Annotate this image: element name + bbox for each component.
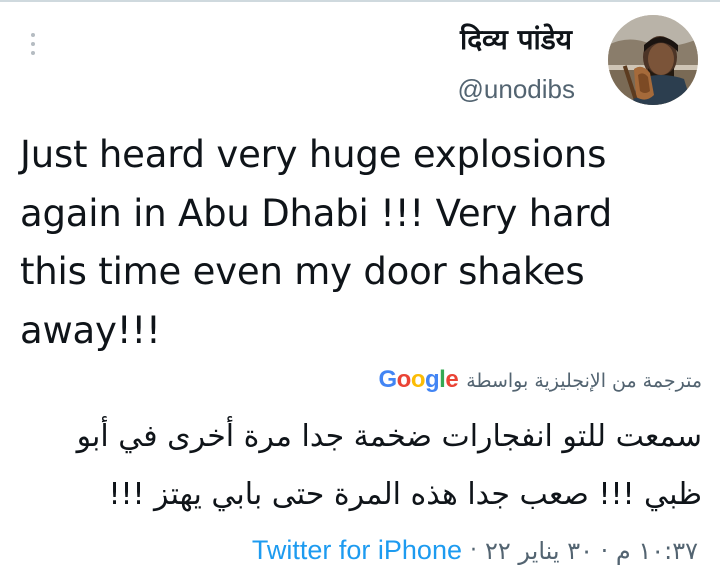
google-logo-letter: e [445, 366, 459, 393]
google-logo[interactable]: Google [378, 366, 458, 394]
avatar-photo [608, 15, 698, 105]
avatar[interactable] [608, 15, 698, 105]
translated-text: سمعت للتو انفجارات ضخمة جدا مرة أخرى في … [76, 419, 702, 512]
more-dot [31, 42, 35, 46]
more-vertical-icon[interactable] [29, 33, 37, 55]
translated-by-line: مترجمة من الإنجليزية بواسطة Google [378, 366, 702, 394]
translated-by-label: مترجمة من الإنجليزية بواسطة [466, 370, 702, 392]
author-handle[interactable]: @unodibs [458, 72, 575, 106]
more-dot [31, 33, 35, 37]
author-display-name[interactable]: दिव्य पांडेय [460, 20, 572, 60]
more-dot [31, 51, 35, 55]
tweet-timestamp[interactable]: ١٠:٣٧ م · ٣٠ يناير ٢٢ [485, 537, 698, 565]
tweet-meta: ١٠:٣٧ م · ٣٠ يناير ٢٢ · Twitter for iPho… [252, 535, 698, 566]
source-link[interactable]: Twitter for iPhone [252, 535, 462, 566]
google-logo-letter: o [396, 366, 412, 393]
top-divider [0, 0, 720, 2]
tweet-text: Just heard very huge explosions again in… [20, 133, 613, 352]
meta-separator: · [469, 538, 477, 563]
google-logo-letter: o [410, 366, 426, 393]
google-logo-letter: g [425, 366, 440, 393]
google-logo-letter: G [378, 366, 397, 393]
